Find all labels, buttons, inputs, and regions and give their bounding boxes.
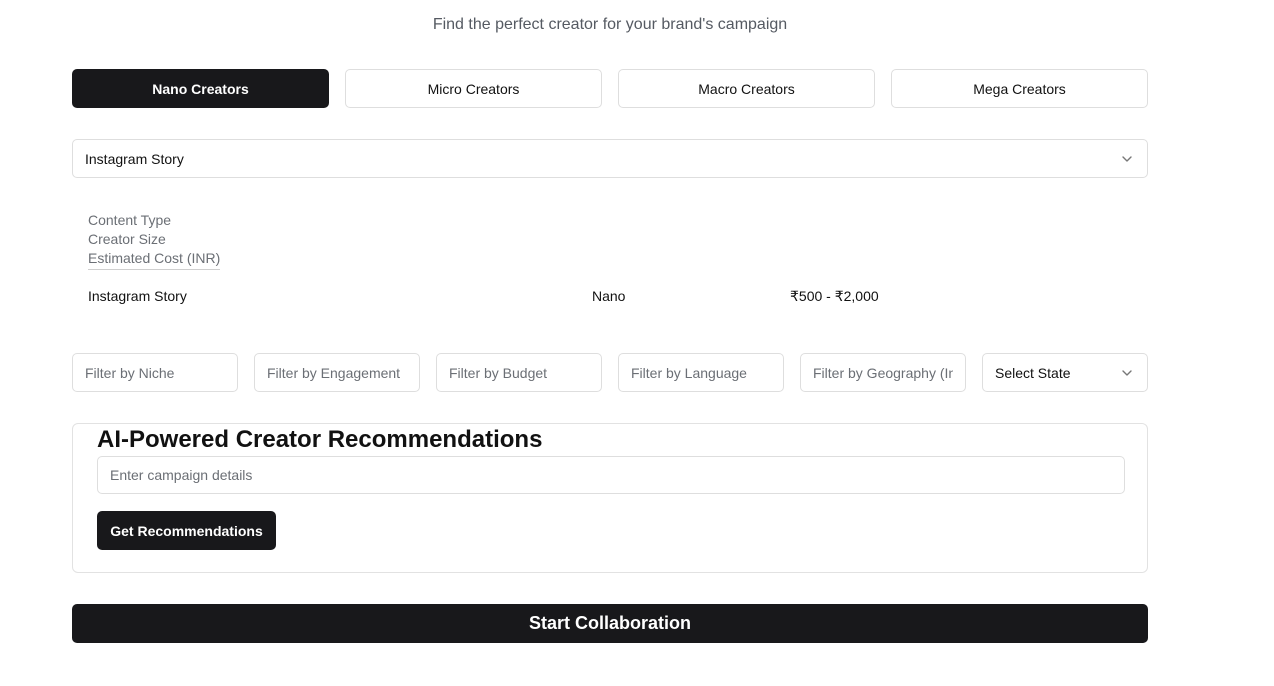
budget-filter-input[interactable] [436,353,602,392]
header-creator-size: Creator Size [88,231,166,247]
creator-size-tabs: Nano Creators Micro Creators Macro Creat… [72,69,1148,108]
language-filter-input[interactable] [618,353,784,392]
content-type-select[interactable]: Instagram Story [72,139,1148,178]
tab-mega-creators[interactable]: Mega Creators [891,69,1148,108]
table-row: Instagram Story Nano ₹500 - ₹2,000 [88,288,1128,306]
header-content-type: Content Type [88,212,172,228]
state-select[interactable]: Select State [982,353,1148,392]
campaign-details-input[interactable] [97,456,1125,494]
ai-section-title: AI-Powered Creator Recommendations [97,426,543,453]
tab-nano-creators[interactable]: Nano Creators [72,69,329,108]
content-type-select-value: Instagram Story [85,150,184,167]
ai-recommendations-card: AI-Powered Creator Recommendations Get R… [72,423,1148,573]
pricing-info-table: Content Type Creator Size Estimated Cost… [88,211,1128,304]
info-table-headers: Content Type Creator Size Estimated Cost… [88,211,221,270]
get-recommendations-button[interactable]: Get Recommendations [97,511,276,550]
filter-bar: Select State [72,353,1148,392]
chevron-down-icon [1119,151,1135,167]
cell-content-type: Instagram Story [88,288,187,304]
start-collaboration-button[interactable]: Start Collaboration [72,604,1148,643]
tab-micro-creators[interactable]: Micro Creators [345,69,602,108]
page-subtitle: Find the perfect creator for your brand'… [432,16,788,33]
cell-estimated-cost: ₹500 - ₹2,000 [790,288,879,304]
cell-creator-size: Nano [592,288,626,304]
state-select-value: Select State [995,364,1071,381]
niche-filter-input[interactable] [72,353,238,392]
tab-macro-creators[interactable]: Macro Creators [618,69,875,108]
geography-filter-input[interactable] [800,353,966,392]
chevron-down-icon [1119,365,1135,381]
engagement-filter-input[interactable] [254,353,420,392]
header-estimated-cost: Estimated Cost (INR) [88,249,221,270]
